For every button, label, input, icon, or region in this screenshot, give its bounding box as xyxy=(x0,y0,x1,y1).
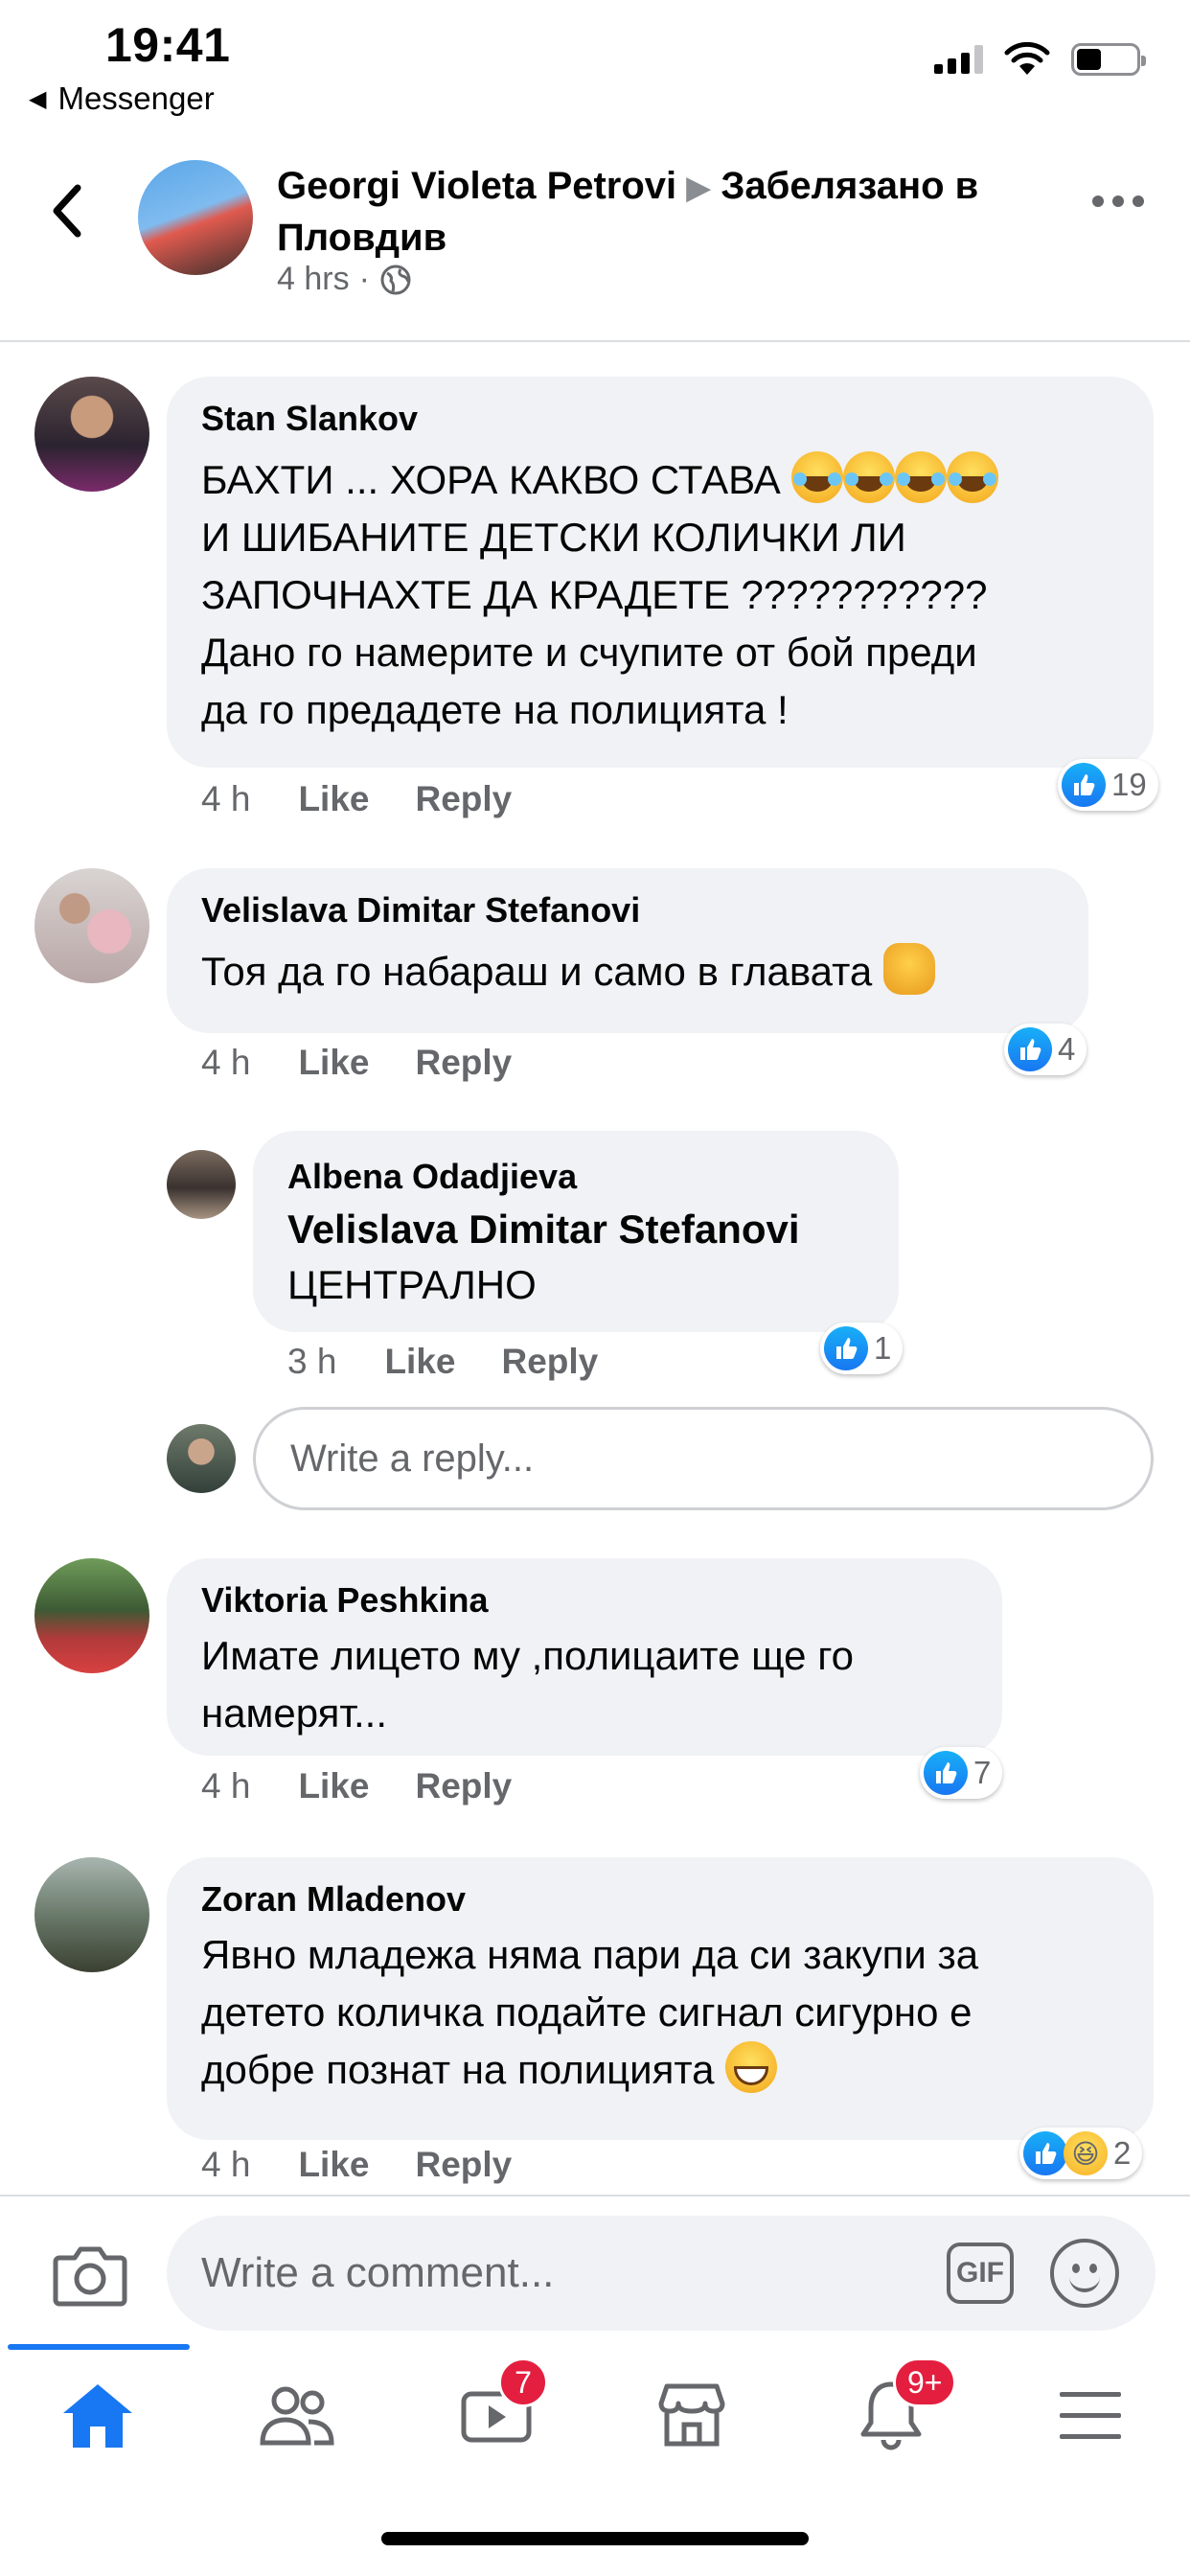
back-app-label: Messenger xyxy=(57,80,215,116)
like-button[interactable]: Like xyxy=(298,779,369,819)
comment-actions: 4 h Like Reply xyxy=(201,1766,558,1806)
like-reaction-icon xyxy=(1062,763,1106,807)
laugh-emoji xyxy=(791,451,999,503)
comment-time: 3 h xyxy=(287,1342,337,1381)
comment-bubble[interactable]: Zoran Mladenov Явно младежа няма пари да… xyxy=(167,1857,1154,2140)
commenter-name[interactable]: Albena Odadjieva xyxy=(287,1156,864,1198)
home-icon xyxy=(63,2384,132,2448)
mentioned-user[interactable]: Velislava Dimitar Stefanovi xyxy=(287,1202,864,1257)
tab-marketplace[interactable] xyxy=(644,2367,740,2463)
notifications-badge: 9+ xyxy=(893,2358,957,2407)
commenter-avatar[interactable] xyxy=(34,1857,149,1972)
reaction-count: 19 xyxy=(1111,767,1147,802)
watch-badge: 7 xyxy=(498,2358,548,2407)
reaction-count: 2 xyxy=(1113,2135,1132,2171)
post-separator: ▶ xyxy=(686,170,712,206)
post-title: Georgi Violeta Petrovi ▶ Забелязано в Плов… xyxy=(277,161,1063,263)
reaction-count: 1 xyxy=(874,1330,892,1366)
cellular-signal-icon xyxy=(934,45,983,74)
comment-text: Имате лицето му ,полицаите ще го намерят… xyxy=(201,1633,854,1736)
comment-text: БАХТИ ... ХОРА КАКВО СТАВА И ШИБАНИТЕ ДЕ… xyxy=(201,451,1119,739)
comment-actions: 4 h Like Reply xyxy=(201,1043,558,1083)
comment-text: Явно младежа няма пари да си закупи за д… xyxy=(201,1932,979,2093)
tab-menu[interactable] xyxy=(1042,2367,1138,2463)
comment-bubble[interactable]: Albena Odadjieva Velislava Dimitar Stefa… xyxy=(253,1131,899,1332)
comment-time: 4 h xyxy=(201,1043,251,1082)
status-time: 19:41 xyxy=(105,18,231,72)
comment-time: 4 h xyxy=(201,2145,251,2184)
post-meta: 4 hrs · xyxy=(277,261,412,298)
battery-icon xyxy=(1071,43,1146,76)
reply-placeholder: Write a reply... xyxy=(290,1437,535,1480)
header-divider xyxy=(0,340,1190,342)
marketplace-icon xyxy=(658,2383,725,2447)
commenter-avatar[interactable] xyxy=(167,1150,236,1219)
reaction-summary[interactable]: 19 xyxy=(1058,759,1158,811)
reply-button[interactable]: Reply xyxy=(501,1342,598,1382)
tab-home[interactable] xyxy=(50,2367,146,2463)
comment-bubble[interactable]: Viktoria Peshkina Имате лицето му ,полиц… xyxy=(167,1558,1002,1756)
post-author-name[interactable]: Georgi Violeta Petrovi xyxy=(277,165,676,207)
globe-icon xyxy=(380,264,411,294)
reaction-summary[interactable]: 4 xyxy=(1004,1024,1087,1075)
haha-reaction-icon: 😆 xyxy=(1064,2131,1108,2175)
gif-button[interactable]: GIF xyxy=(947,2242,1014,2304)
reaction-summary[interactable]: 1 xyxy=(820,1322,904,1374)
like-reaction-icon xyxy=(824,1326,868,1370)
more-options-button[interactable] xyxy=(1092,196,1144,207)
back-button[interactable] xyxy=(46,182,88,240)
wifi-icon xyxy=(1004,42,1050,75)
reply-button[interactable]: Reply xyxy=(415,2145,512,2185)
status-icons xyxy=(934,42,1146,77)
comment-text: Velislava Dimitar Stefanovi ЦЕНТРАЛНО xyxy=(287,1202,864,1313)
comment-text: Тоя да го набараш и само в главата xyxy=(201,943,1054,1000)
reaction-summary[interactable]: 7 xyxy=(920,1747,1003,1799)
tab-friends[interactable] xyxy=(249,2367,345,2463)
comment-actions: 4 h Like Reply xyxy=(201,779,558,819)
comment-placeholder: Write a comment... xyxy=(201,2249,555,2296)
like-reaction-icon xyxy=(1023,2131,1067,2175)
fist-emoji xyxy=(882,943,935,995)
comment-bubble[interactable]: Velislava Dimitar Stefanovi Тоя да го на… xyxy=(167,868,1088,1033)
commenter-name[interactable]: Velislava Dimitar Stefanovi xyxy=(201,889,1054,932)
reply-button[interactable]: Reply xyxy=(415,1766,512,1806)
reply-button[interactable]: Reply xyxy=(415,1043,512,1083)
comment-time: 4 h xyxy=(201,1766,251,1806)
grin-emoji xyxy=(725,2041,778,2093)
comment-bubble[interactable]: Stan Slankov БАХТИ ... ХОРА КАКВО СТАВА … xyxy=(167,377,1154,768)
commenter-avatar[interactable] xyxy=(34,377,149,492)
comment-actions: 4 h Like Reply xyxy=(201,2145,558,2185)
back-triangle-icon: ◀ xyxy=(29,85,47,112)
commenter-avatar[interactable] xyxy=(34,868,149,983)
commenter-avatar[interactable] xyxy=(34,1558,149,1673)
reaction-summary[interactable]: 😆 2 xyxy=(1019,2128,1143,2179)
reply-button[interactable]: Reply xyxy=(415,779,512,819)
comment-time: 4 h xyxy=(201,779,251,818)
home-indicator[interactable] xyxy=(381,2532,809,2545)
post-author-avatar[interactable] xyxy=(138,160,253,275)
like-button[interactable]: Like xyxy=(298,1766,369,1806)
like-button[interactable]: Like xyxy=(384,1342,455,1382)
active-tab-indicator xyxy=(8,2344,190,2350)
hamburger-menu-icon xyxy=(1060,2392,1121,2439)
current-user-avatar xyxy=(167,1424,236,1493)
reaction-count: 4 xyxy=(1058,1031,1076,1067)
like-button[interactable]: Like xyxy=(298,2145,369,2185)
commenter-name[interactable]: Viktoria Peshkina xyxy=(201,1579,968,1622)
composer-divider xyxy=(0,2195,1190,2196)
comment-actions: 3 h Like Reply xyxy=(287,1342,644,1382)
chevron-left-icon xyxy=(53,184,81,238)
friends-icon xyxy=(260,2386,334,2446)
like-reaction-icon xyxy=(1008,1027,1052,1071)
commenter-name[interactable]: Stan Slankov xyxy=(201,398,1119,440)
reaction-count: 7 xyxy=(973,1755,992,1790)
commenter-name[interactable]: Zoran Mladenov xyxy=(201,1878,1119,1920)
camera-icon[interactable] xyxy=(50,2235,130,2315)
back-to-app-link[interactable]: ◀ Messenger xyxy=(29,80,215,117)
emoji-picker-icon[interactable] xyxy=(1050,2239,1119,2308)
post-time: 4 hrs xyxy=(277,261,350,297)
like-button[interactable]: Like xyxy=(298,1043,369,1083)
like-reaction-icon xyxy=(924,1751,968,1795)
reply-input[interactable]: Write a reply... xyxy=(253,1407,1154,1510)
